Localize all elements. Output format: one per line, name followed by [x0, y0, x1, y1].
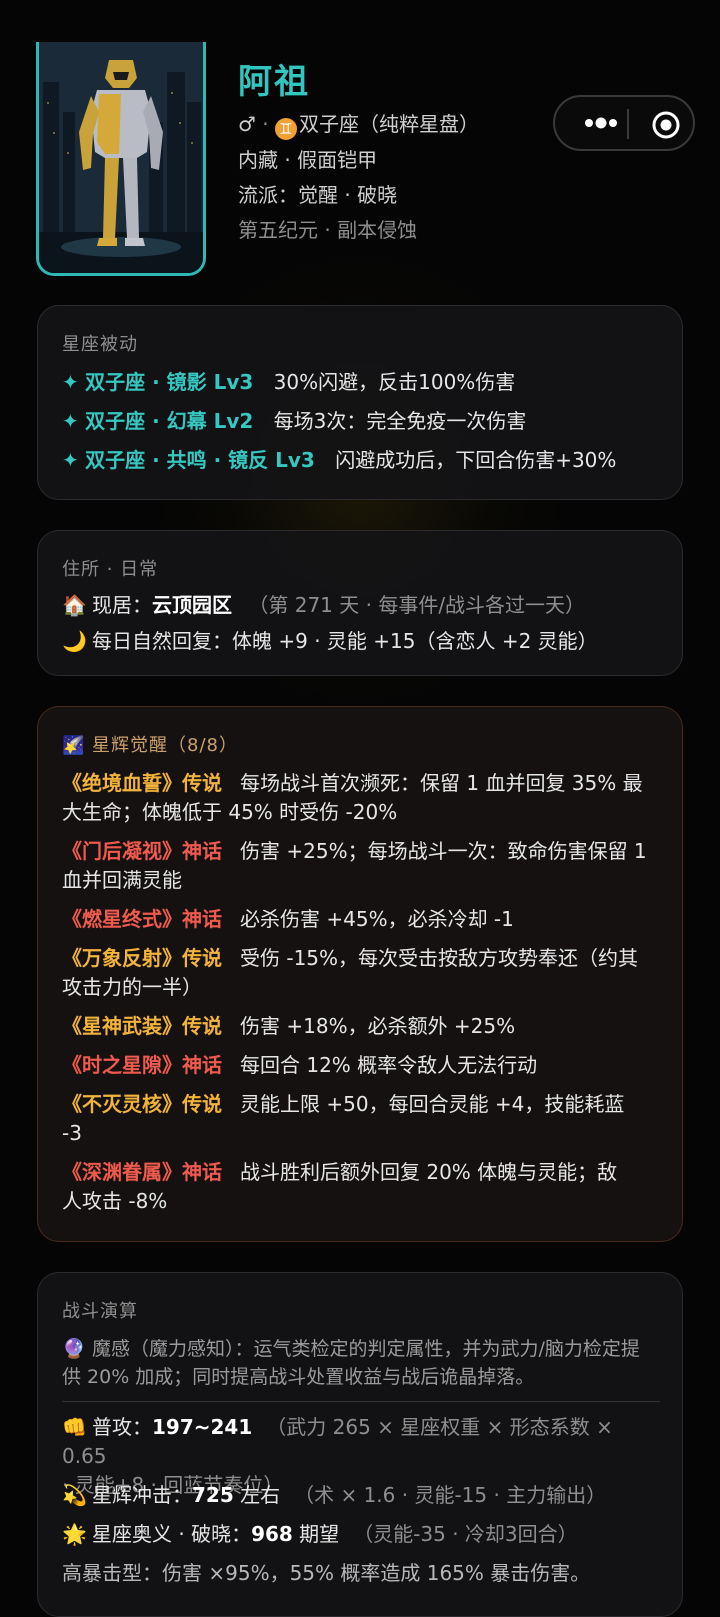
skill-desc: 每场战斗首次濒死：保留 1 血并回复 35% 最 [240, 771, 643, 795]
skill-desc: 伤害 +18%，必杀额外 +25% [240, 1014, 516, 1038]
skill-item: 《绝境血誓》传说 每场战斗首次濒死：保留 1 血并回复 35% 最 大生命；体魄低… [62, 769, 660, 827]
skill-name: 《万象反射》传说 [62, 946, 222, 970]
strike-value: 725 [192, 1483, 234, 1507]
fist-icon: 👊 [62, 1415, 87, 1439]
crystal-ball-icon: 🔮 [62, 1338, 86, 1360]
skill-desc-cont: 攻击力的一半） [62, 975, 202, 999]
sparkle-icon: ✦ [62, 448, 79, 472]
skill-desc: 必杀伤害 +45%，必杀冷却 -1 [240, 907, 514, 931]
home-value: 云顶园区 [152, 593, 232, 617]
skill-name: 《星神武装》传说 [62, 1014, 222, 1038]
skill-desc-cont: 人攻击 -8% [62, 1189, 168, 1213]
glowing-star-icon: 🌟 [62, 1522, 87, 1546]
passive-item: ✦ 双子座 · 共鸣 · 镜反 Lv3 闪避成功后，下回合伤害+30% [62, 446, 662, 474]
skill-name: 《绝境血誓》传说 [62, 771, 222, 795]
passive-item: ✦ 双子座 · 镜影 Lv3 30%闪避，反击100%伤害 [62, 368, 662, 396]
passive-name: 双子座 · 幻幕 Lv2 [85, 409, 254, 433]
skill-item: 《深渊眷属》神话 战斗胜利后额外回复 20% 体魄与灵能；敌 人攻击 -8% [62, 1158, 660, 1216]
skill-desc: 灵能上限 +50，每回合灵能 +4，技能耗蓝 [240, 1092, 625, 1116]
card-title: 星座被动 [62, 334, 138, 355]
divider [62, 1401, 660, 1402]
awakening-card: 🌠 星辉觉醒（8/8） 《绝境血誓》传说 每场战斗首次濒死：保留 1 血并回复 35… [37, 706, 683, 1242]
card-title: 住所 · 日常 [62, 559, 159, 580]
skill-desc: 受伤 -15%，每次受击按敌方攻势奉还（约其 [240, 946, 639, 970]
origin-line: 内藏 · 假面铠甲 [238, 148, 378, 172]
ultimate-row: 🌟 星座奥义 · 破晓：968 期望 （灵能-35 · 冷却3回合） [62, 1520, 660, 1549]
school-line: 流派：觉醒 · 破晓 [238, 183, 398, 207]
capsule-divider [627, 109, 629, 139]
skill-name: 《深渊眷属》神话 [62, 1160, 222, 1184]
skill-desc-cont: 血并回满灵能 [62, 868, 182, 892]
zodiac-passive-card: 星座被动 ✦ 双子座 · 镜影 Lv3 30%闪避，反击100%伤害 ✦ 双子座… [37, 305, 683, 500]
passive-name: 双子座 · 镜影 Lv3 [85, 370, 254, 394]
skill-item: 《星神武装》传说 伤害 +18%，必杀额外 +25% [62, 1012, 660, 1041]
skill-desc: 战斗胜利后额外回复 20% 体魄与灵能；敌 [240, 1160, 618, 1184]
day-counter: （第 271 天 · 每事件/战斗各过一天） [248, 593, 586, 617]
skill-name: 《燃星终式》神话 [62, 907, 222, 931]
ult-value: 968 [251, 1522, 293, 1546]
home-label: 现居： [92, 593, 152, 617]
skill-item: 《时之星隙》神话 每回合 12% 概率令敌人无法行动 [62, 1051, 660, 1080]
residence-row: 🏠 现居：云顶园区 （第 271 天 · 每事件/战斗各过一天） [62, 591, 662, 619]
shooting-star-icon: 🌠 [62, 735, 86, 756]
character-name: 阿祖 [238, 62, 310, 102]
gemini-icon: ♊ [275, 118, 298, 140]
era-line: 第五纪元 · 副本侵蚀 [238, 218, 418, 242]
card-title: 战斗演算 [62, 1301, 138, 1322]
zodiac-label: 双子座（纯粹星盘） [299, 112, 480, 136]
passive-desc: 30%闪避，反击100%伤害 [273, 370, 516, 394]
passive-item: ✦ 双子座 · 幻幕 Lv2 每场3次：完全免疫一次伤害 [62, 407, 662, 435]
skill-name: 《时之星隙》神话 [62, 1053, 222, 1077]
skill-desc: 伤害 +25%；每场战斗一次：致命伤害保留 1 [240, 839, 647, 863]
skill-name: 《不灭灵核》传说 [62, 1092, 222, 1116]
skill-item: 《万象反射》传说 受伤 -15%，每次受击按敌方攻势奉还（约其 攻击力的一半） [62, 944, 660, 1002]
moon-icon: 🌙 [62, 629, 87, 653]
more-dots-icon[interactable] [577, 109, 625, 137]
skill-name: 《门后凝视》神话 [62, 839, 222, 863]
skill-item: 《燃星终式》神话 必杀伤害 +45%，必杀冷却 -1 [62, 905, 660, 934]
zodiac-line: ♂ · ♊ 双子座（纯粹星盘） [238, 112, 480, 140]
sparkle-icon: ✦ [62, 370, 79, 394]
dizzy-icon: 💫 [62, 1483, 87, 1507]
magic-sense-note: 🔮 魔感（魔力感知）：运气类检定的判定属性，并为武力/脑力检定提 供 20% 加成… [62, 1335, 660, 1391]
recovery-row: 🌙 每日自然回复：体魄 +9 · 灵能 +15（含恋人 +2 灵能） [62, 627, 662, 655]
target-icon[interactable] [651, 110, 681, 140]
house-icon: 🏠 [62, 593, 87, 617]
skill-desc-cont: -3 [62, 1121, 82, 1145]
character-portrait [36, 42, 206, 276]
attack-value: 197~241 [152, 1415, 253, 1439]
skill-desc: 每回合 12% 概率令敌人无法行动 [240, 1053, 538, 1077]
gender-icon: ♂ [238, 112, 256, 136]
passive-desc: 闪避成功后，下回合伤害+30% [335, 448, 617, 472]
sparkle-icon: ✦ [62, 409, 79, 433]
skill-desc-cont: 大生命；体魄低于 45% 时受伤 -20% [62, 800, 398, 824]
skill-item: 《不灭灵核》传说 灵能上限 +50，每回合灵能 +4，技能耗蓝 -3 [62, 1090, 660, 1148]
combat-card: 战斗演算 🔮 魔感（魔力感知）：运气类检定的判定属性，并为武力/脑力检定提 供 2… [37, 1272, 683, 1617]
card-title: 🌠 星辉觉醒（8/8） [62, 735, 238, 756]
skill-item: 《门后凝视》神话 伤害 +25%；每场战斗一次：致命伤害保留 1 血并回满灵能 [62, 837, 660, 895]
crit-line: 高暴击型：伤害 ×95%，55% 概率造成 165% 暴击伤害。 [62, 1561, 591, 1585]
residence-card: 住所 · 日常 🏠 现居：云顶园区 （第 271 天 · 每事件/战斗各过一天） … [37, 530, 683, 676]
recovery-text: 每日自然回复：体魄 +9 · 灵能 +15（含恋人 +2 灵能） [92, 629, 598, 653]
star-strike-row: 💫 星辉冲击：725 左右 （术 × 1.6 · 灵能-15 · 主力输出） [62, 1481, 660, 1510]
passive-name: 双子座 · 共鸣 · 镜反 Lv3 [85, 448, 315, 472]
passive-desc: 每场3次：完全免疫一次伤害 [273, 409, 527, 433]
miniprogram-capsule [553, 95, 695, 151]
